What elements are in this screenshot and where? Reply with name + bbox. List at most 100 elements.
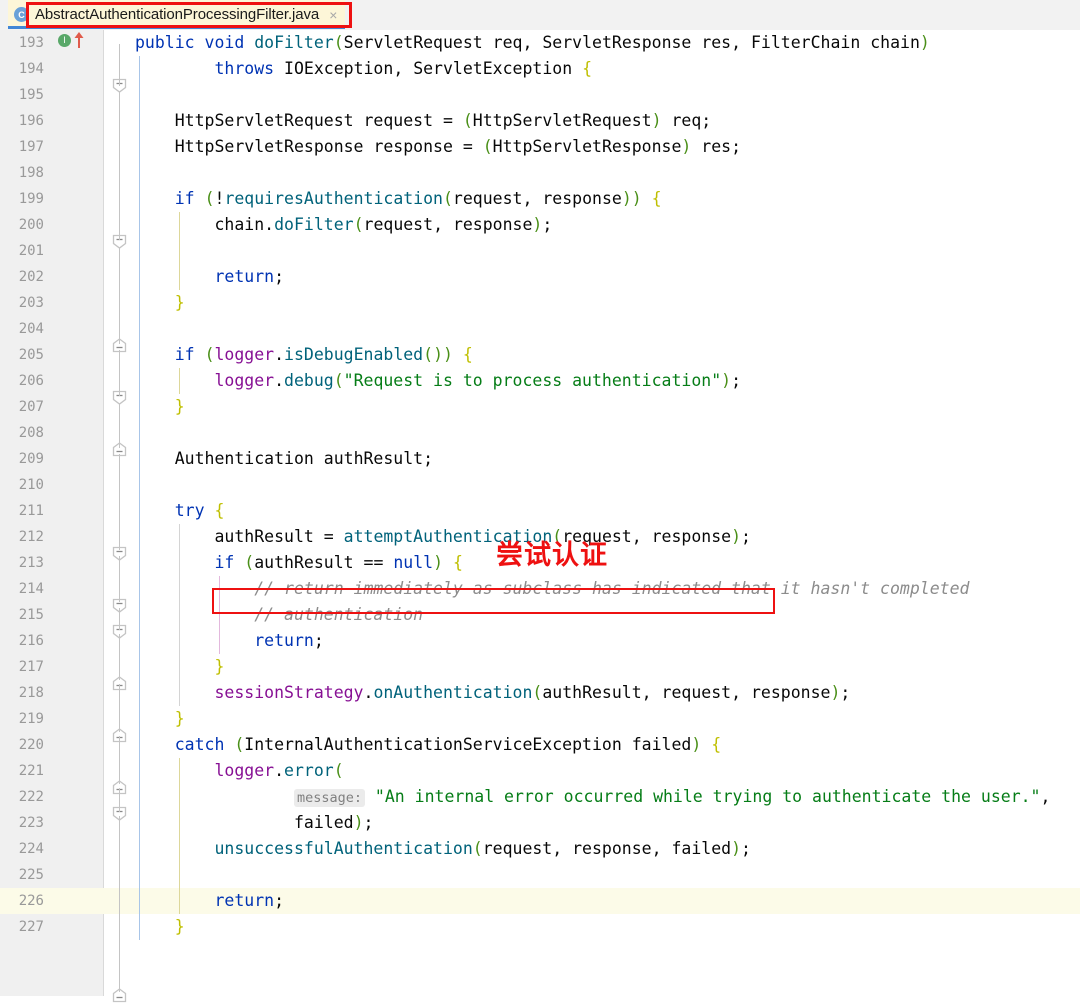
- fold-region-line: [119, 788, 120, 812]
- annotation-text: 尝试认证: [496, 540, 608, 570]
- code-line[interactable]: 217 }: [0, 654, 1080, 680]
- code-text: throws IOException, ServletException {: [214, 59, 593, 78]
- code-line[interactable]: 226 return;: [0, 888, 1080, 914]
- code-line[interactable]: 199 if (!requiresAuthentication(request,…: [0, 186, 1080, 212]
- line-number: 199: [18, 191, 44, 207]
- code-line[interactable]: 196 HttpServletRequest request = (HttpSe…: [0, 108, 1080, 134]
- override-up-arrow-icon[interactable]: [73, 31, 85, 49]
- code-line[interactable]: 224 unsuccessfulAuthentication(request, …: [0, 836, 1080, 862]
- tab-label: AbstractAuthenticationProcessingFilter.j…: [35, 6, 320, 23]
- code-text: HttpServletResponse response = (HttpServ…: [174, 137, 742, 156]
- line-number: 220: [18, 737, 44, 753]
- line-number: 195: [18, 87, 44, 103]
- code-line[interactable]: 197 HttpServletResponse response = (Http…: [0, 134, 1080, 160]
- line-number: 225: [18, 867, 44, 883]
- line-number: 223: [18, 815, 44, 831]
- close-icon[interactable]: ×: [329, 7, 337, 23]
- line-number: 218: [18, 685, 44, 701]
- editor-tab-bar: C AbstractAuthenticationProcessingFilter…: [0, 0, 1080, 31]
- java-class-icon: C: [14, 7, 29, 22]
- code-line[interactable]: 215 // authentication: [0, 602, 1080, 628]
- code-line[interactable]: 200 chain.doFilter(request, response);: [0, 212, 1080, 238]
- line-number: 201: [18, 243, 44, 259]
- code-text: }: [214, 657, 225, 676]
- code-line[interactable]: 207 }: [0, 394, 1080, 420]
- fold-region-line: [119, 404, 120, 448]
- code-text: failed);: [293, 813, 374, 832]
- fold-region-line: [119, 684, 120, 732]
- code-text: public void doFilter(ServletRequest req,…: [135, 33, 930, 52]
- code-line[interactable]: 202 return;: [0, 264, 1080, 290]
- code-line[interactable]: 198: [0, 160, 1080, 186]
- code-line[interactable]: 201: [0, 238, 1080, 264]
- indent-guide: [139, 82, 140, 108]
- code-line[interactable]: 223 failed);: [0, 810, 1080, 836]
- line-number: 221: [18, 763, 44, 779]
- code-line[interactable]: 219 }: [0, 706, 1080, 732]
- line-number: 203: [18, 295, 44, 311]
- code-text: try {: [174, 501, 225, 520]
- code-text: return;: [214, 891, 285, 910]
- line-number: 217: [18, 659, 44, 675]
- code-line[interactable]: 195: [0, 82, 1080, 108]
- fold-region-line: [119, 634, 120, 680]
- indent-guide: [139, 316, 140, 342]
- code-text: if (logger.isDebugEnabled()) {: [174, 345, 473, 364]
- indent-guide: [139, 238, 140, 264]
- code-text: }: [174, 397, 185, 416]
- code-line[interactable]: 225: [0, 862, 1080, 888]
- tab-abstractauthenticationprocessingfilter[interactable]: C AbstractAuthenticationProcessingFilter…: [8, 0, 346, 29]
- code-text: catch (InternalAuthenticationServiceExce…: [174, 735, 722, 754]
- fold-region-line: [119, 608, 120, 630]
- code-text: chain.doFilter(request, response);: [214, 215, 553, 234]
- line-number: 226: [0, 888, 44, 914]
- code-text: return;: [214, 267, 285, 286]
- code-line[interactable]: 206 logger.debug("Request is to process …: [0, 368, 1080, 394]
- line-number: 227: [18, 919, 44, 935]
- code-line[interactable]: 222 message: "An internal error occurred…: [0, 784, 1080, 810]
- line-number: 211: [18, 503, 44, 519]
- code-line[interactable]: 221 logger.error(: [0, 758, 1080, 784]
- code-line[interactable]: 205 if (logger.isDebugEnabled()) {: [0, 342, 1080, 368]
- implemented-method-icon[interactable]: I: [58, 34, 71, 47]
- indent-guide: [179, 238, 180, 264]
- code-line[interactable]: 203 }: [0, 290, 1080, 316]
- code-line[interactable]: 194 throws IOException, ServletException…: [0, 56, 1080, 82]
- code-text: if (authResult == null) {: [214, 553, 463, 572]
- code-text: if (!requiresAuthentication(request, res…: [174, 189, 662, 208]
- code-line[interactable]: 220 catch (InternalAuthenticationService…: [0, 732, 1080, 758]
- indent-guide: [179, 862, 180, 888]
- fold-region-line: [119, 44, 120, 86]
- code-line[interactable]: 208: [0, 420, 1080, 446]
- code-line[interactable]: 214 // return immediately as subclass ha…: [0, 576, 1080, 602]
- code-text: message: "An internal error occurred whi…: [135, 784, 1050, 811]
- indent-guide: [139, 420, 140, 446]
- line-number: 224: [18, 841, 44, 857]
- code-line[interactable]: 204: [0, 316, 1080, 342]
- code-line[interactable]: 216 return;: [0, 628, 1080, 654]
- line-number: 205: [18, 347, 44, 363]
- line-number: 196: [18, 113, 44, 129]
- fold-region-line: [119, 248, 120, 344]
- code-text: }: [174, 709, 185, 728]
- fold-region-line: [119, 816, 120, 992]
- line-number: 206: [18, 373, 44, 389]
- code-text: logger.error(: [214, 761, 344, 780]
- code-editor[interactable]: 193 public void doFilter(ServletRequest r…: [0, 30, 1080, 1003]
- code-line[interactable]: 193 public void doFilter(ServletRequest r…: [0, 30, 1080, 56]
- code-text: // return immediately as subclass has in…: [254, 579, 970, 598]
- code-line[interactable]: 210: [0, 472, 1080, 498]
- line-number: 212: [18, 529, 44, 545]
- code-text: }: [174, 293, 185, 312]
- code-line[interactable]: 211 try {: [0, 498, 1080, 524]
- line-number: 222: [18, 789, 44, 805]
- line-number: 209: [18, 451, 44, 467]
- line-number: 198: [18, 165, 44, 181]
- line-number: 210: [18, 477, 44, 493]
- line-number: 215: [18, 607, 44, 623]
- code-text: HttpServletRequest request = (HttpServle…: [174, 111, 712, 130]
- code-line[interactable]: 227 }: [0, 914, 1080, 940]
- code-text: authResult = attemptAuthentication(reque…: [214, 527, 751, 546]
- code-line[interactable]: 209 Authentication authResult;: [0, 446, 1080, 472]
- code-line[interactable]: 218 sessionStrategy.onAuthentication(aut…: [0, 680, 1080, 706]
